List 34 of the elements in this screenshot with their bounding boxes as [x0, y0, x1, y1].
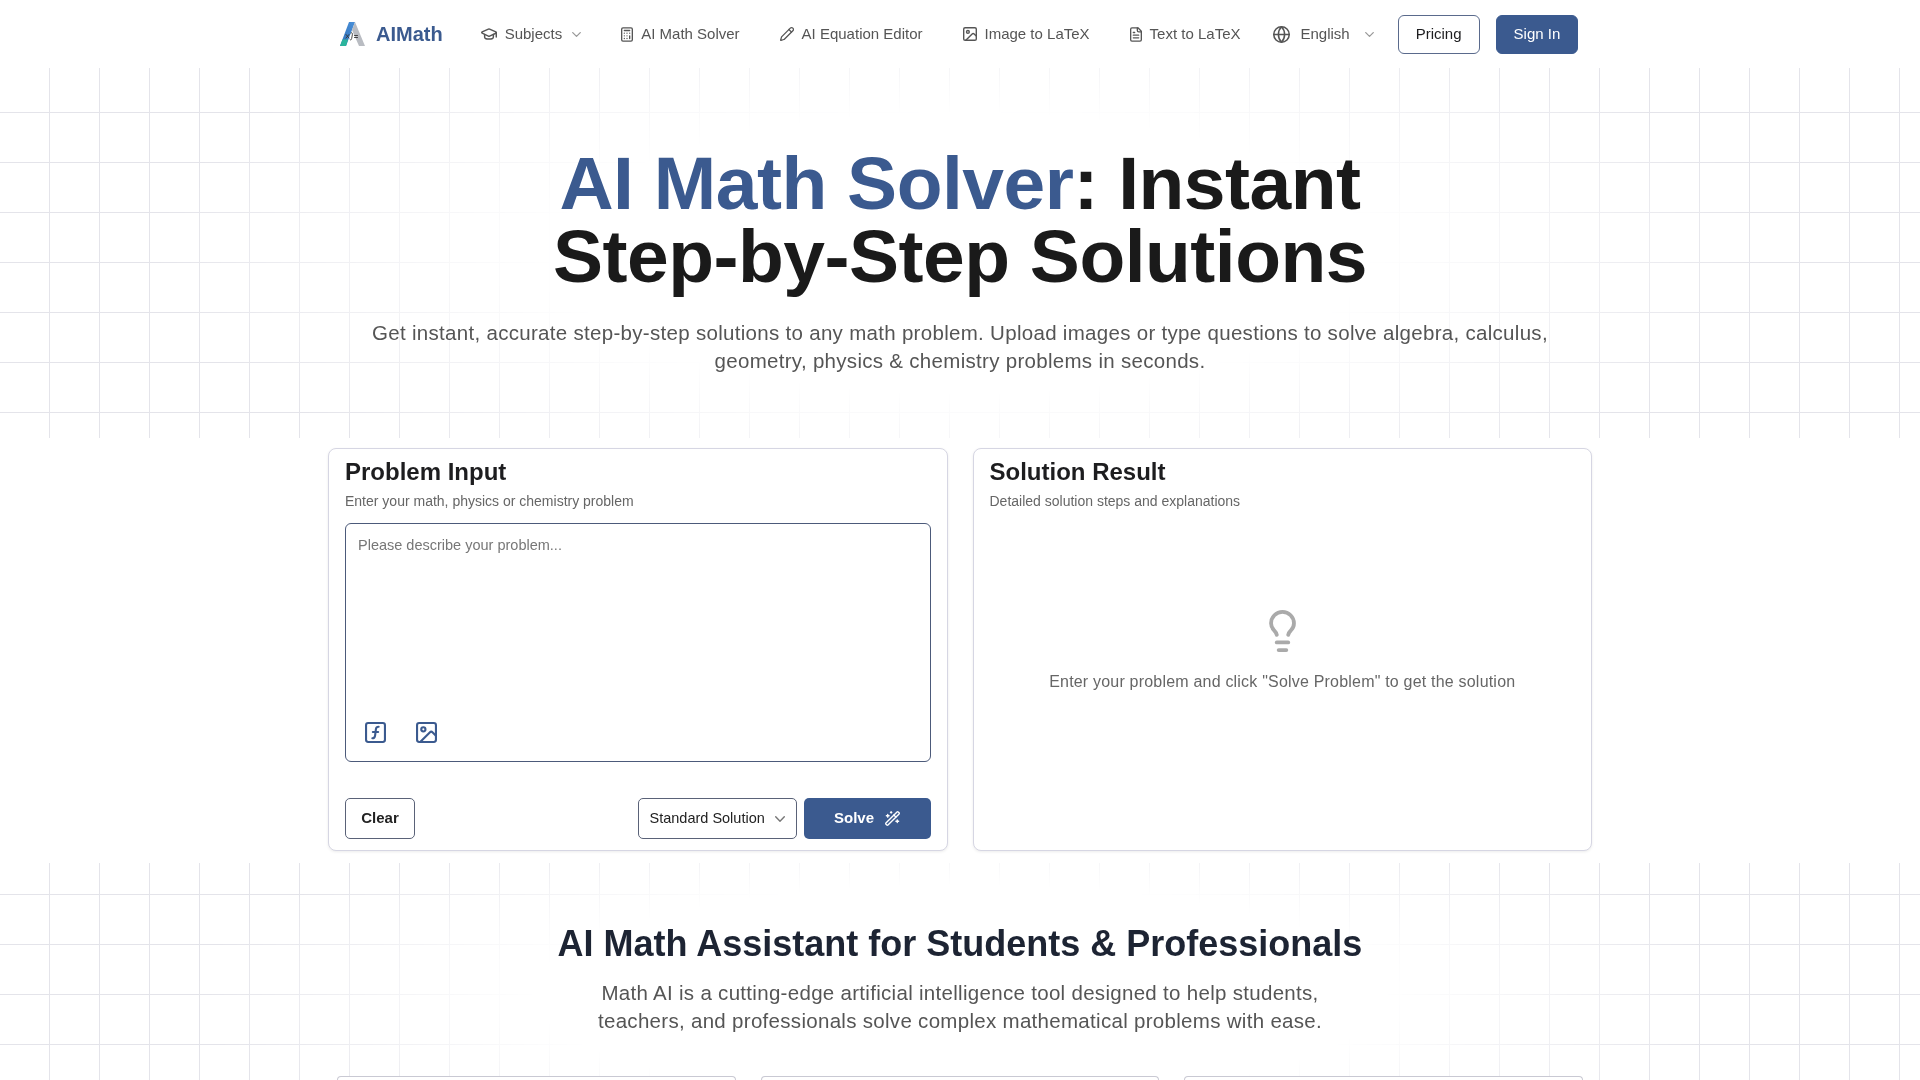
card-subtitle: Detailed solution steps and explanations: [989, 492, 1242, 511]
solve-button[interactable]: Solve: [803, 798, 931, 839]
lightbulb-icon: [1268, 610, 1296, 652]
card-title: Solution Result: [989, 457, 1167, 487]
function-icon[interactable]: [365, 722, 386, 743]
chevron-down-icon: [1364, 31, 1374, 37]
globe-icon: [1273, 25, 1291, 43]
nav-link[interactable]: Image to LaTeX: [962, 22, 1090, 46]
nav-link[interactable]: AI Math Solver: [621, 22, 740, 46]
nav-link[interactable]: Text to LaTeX: [1129, 22, 1241, 46]
chevron-down-icon: [774, 815, 785, 822]
pricing-button[interactable]: Pricing: [1397, 14, 1480, 54]
section-heading: AI Math Assistant for Students & Professionals: [557, 923, 1363, 965]
language-selector[interactable]: English: [1273, 22, 1374, 46]
calculator-icon: [621, 26, 634, 42]
pencil-icon: [779, 27, 794, 41]
nav-link[interactable]: AI Equation Editor: [779, 22, 923, 46]
logo-icon: [337, 21, 365, 47]
magic-wand-icon: [885, 811, 900, 826]
section-description: Math AI is a cutting-edge artificial intelligence tool designed to help students, teachers, and professionals solve complex mathematical problems with ease.: [596, 980, 1324, 1034]
clear-button[interactable]: Clear: [345, 798, 415, 839]
brand-link[interactable]: AIMath: [337, 19, 443, 49]
empty-state-message: Enter your problem and click "Solve Problem" to get the solution: [1049, 672, 1516, 692]
image-icon[interactable]: [416, 722, 437, 743]
problem-textarea[interactable]: Please describe your problem...: [345, 523, 931, 762]
card-subtitle: Enter your math, physics or chemistry problem: [345, 492, 635, 511]
solution-mode-select[interactable]: Standard Solution: [637, 798, 797, 839]
hero-subtitle: Get instant, accurate step-by-step solutions to any math problem. Upload images or type questions to solve algebra, calculus, geometry, physics & chemistry problems in seconds.: [371, 320, 1549, 374]
nav-link[interactable]: Subjects: [480, 22, 582, 46]
document-icon: [1129, 26, 1142, 42]
image-icon: [962, 27, 977, 41]
graduation-cap-icon: [480, 28, 497, 40]
sign-in-button[interactable]: Sign In: [1495, 14, 1579, 54]
card-title: Problem Input: [345, 457, 508, 487]
